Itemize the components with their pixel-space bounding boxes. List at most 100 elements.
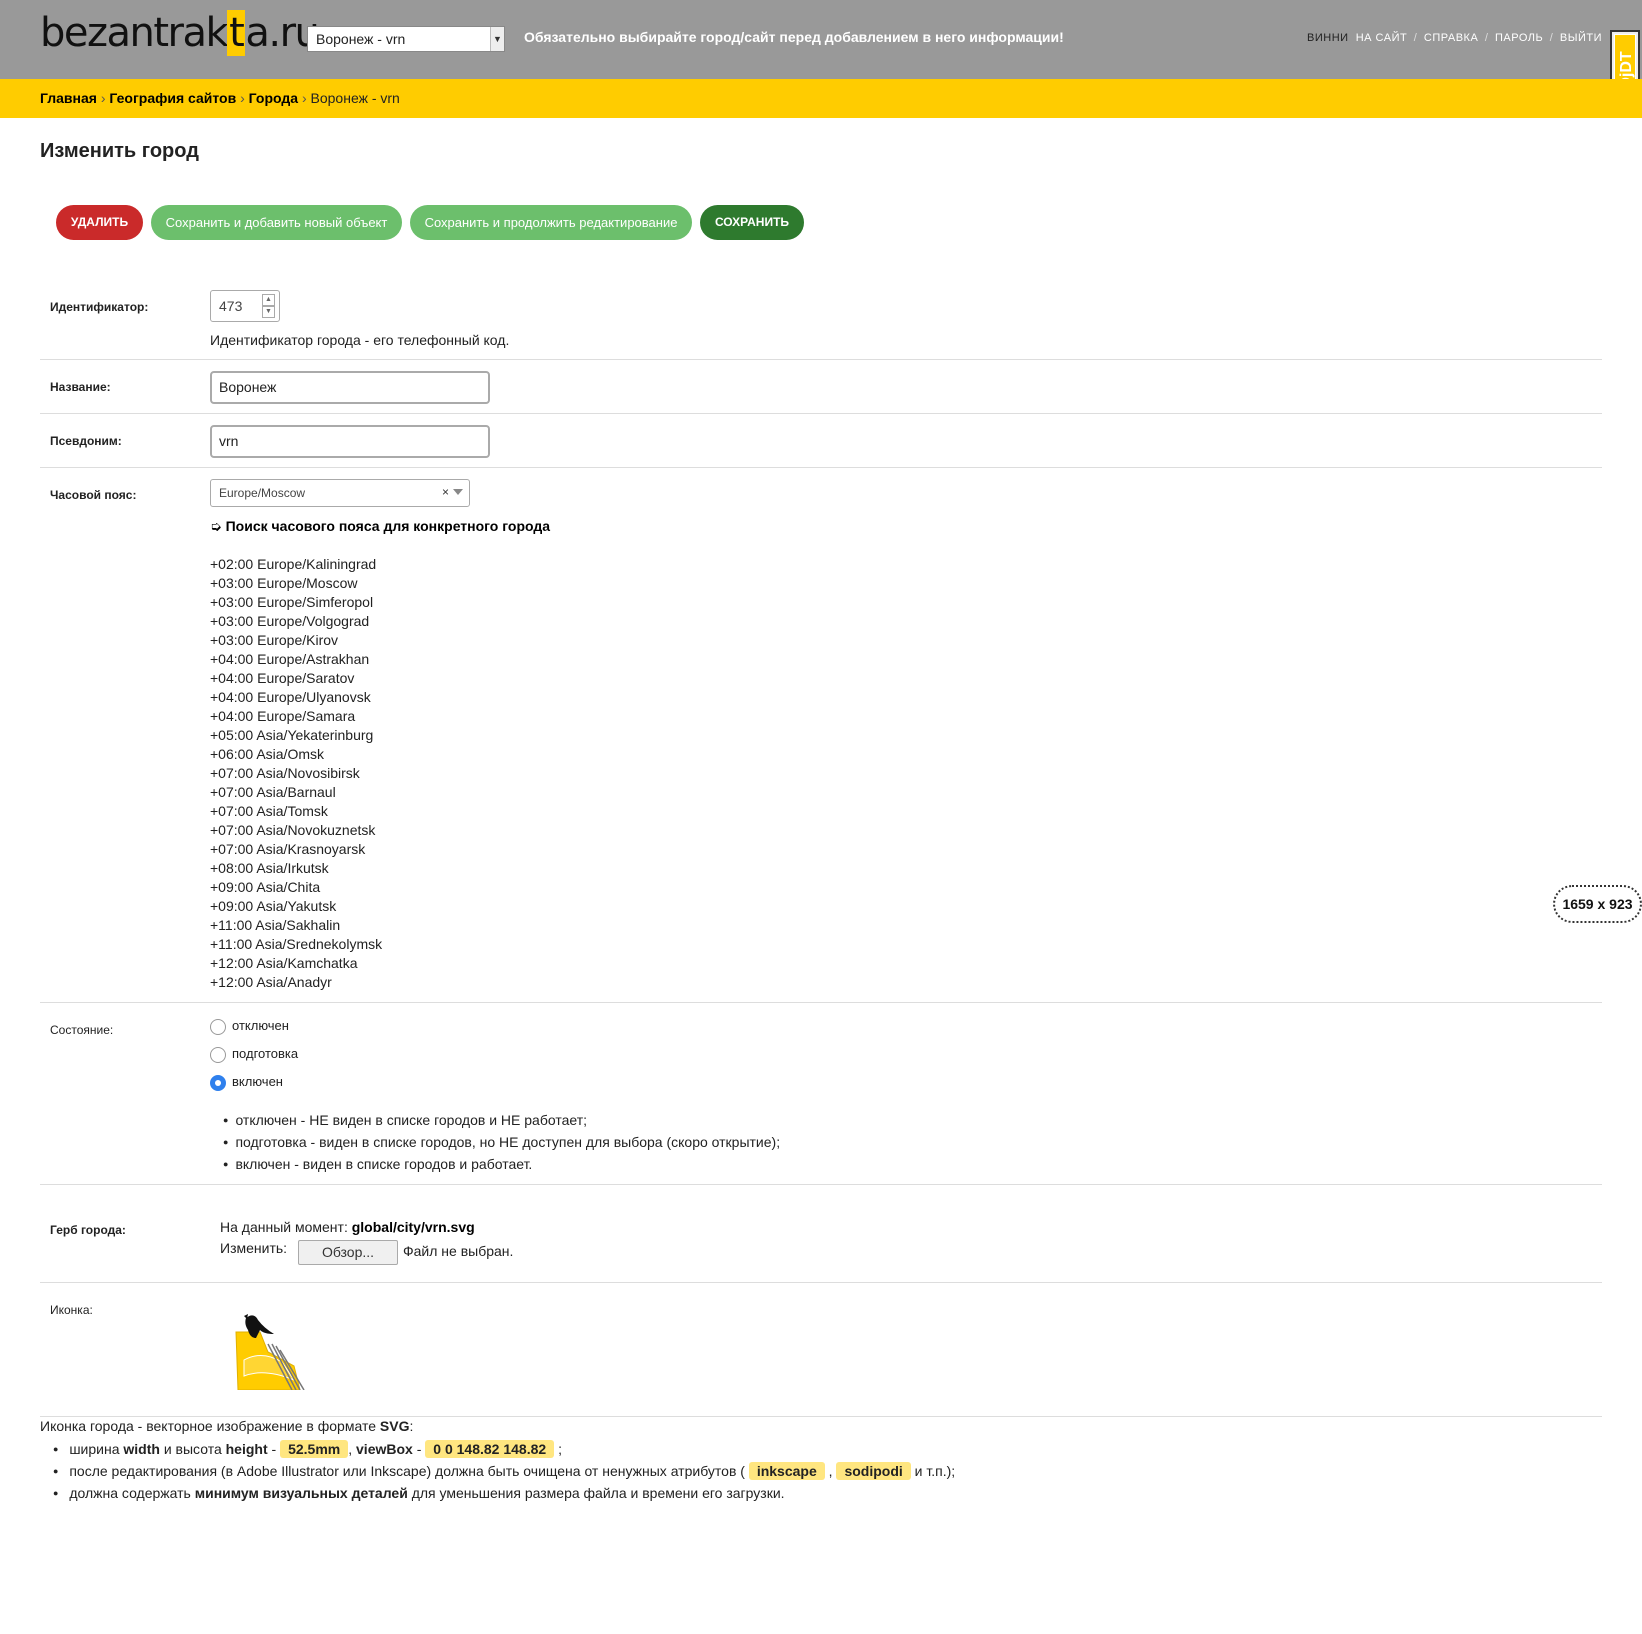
radio-icon[interactable] [210, 1046, 226, 1063]
state-option-enabled[interactable]: включен [210, 1074, 283, 1091]
nav-separator: / [1484, 32, 1489, 44]
note-text: - [271, 1441, 277, 1457]
user-nav: ВИННИ НА САЙТ / СПРАВКА / ПАРОЛЬ / ВЫЙТИ [1307, 32, 1602, 44]
divider [40, 413, 1602, 414]
note-text: должна содержать [69, 1485, 191, 1501]
state-notes: отключен - НЕ виден в списке городов и Н… [223, 1109, 780, 1175]
icon-notes-intro-suffix: : [409, 1418, 414, 1434]
code-tag: 0 0 148.82 148.82 [425, 1440, 555, 1458]
coat-current-prefix: На данный момент: [220, 1219, 348, 1235]
save-and-continue-button[interactable]: Сохранить и продолжить редактирование [410, 205, 692, 240]
alias-label: Псевдоним: [50, 434, 122, 448]
list-item: включен - виден в списке городов и работ… [223, 1153, 780, 1175]
id-stepper[interactable]: ▲ ▼ [262, 294, 275, 318]
radio-checked-icon[interactable] [210, 1074, 226, 1091]
note-bold: width [123, 1441, 160, 1457]
note-text: , [828, 1463, 833, 1479]
browse-button[interactable]: Обзор... [298, 1240, 398, 1265]
breadcrumb-geo[interactable]: География сайтов [109, 90, 236, 106]
id-value: 473 [219, 298, 243, 314]
state-option-disabled[interactable]: отключен [210, 1018, 289, 1035]
note-bold: минимум визуальных деталей [194, 1485, 408, 1501]
icon-label: Иконка: [50, 1303, 93, 1317]
divider [40, 359, 1602, 360]
id-input[interactable]: 473 ▲ ▼ [210, 290, 280, 322]
nav-link-logout[interactable]: ВЫЙТИ [1560, 32, 1602, 44]
chevron-up-icon[interactable]: ▲ [262, 294, 275, 306]
timezone-list-item: +03:00 Europe/Volgograd [210, 613, 370, 629]
timezone-list: +02:00 Europe/Kaliningrad +03:00 Europe/M… [210, 555, 382, 992]
note-text: и т.п.); [914, 1463, 956, 1479]
timezone-list-item: +05:00 Asia/Yekaterinburg [210, 727, 374, 743]
timezone-list-item: +06:00 Asia/Omsk [210, 746, 325, 762]
id-label: Идентификатор: [50, 300, 149, 314]
note-text: ; [558, 1441, 562, 1457]
timezone-value: Europe/Moscow [219, 486, 306, 500]
note-text: после редактирования (в Adobe Illustrato… [69, 1463, 745, 1479]
page-title: Изменить город [40, 140, 199, 162]
divider [40, 1184, 1602, 1185]
nav-separator: / [1549, 32, 1554, 44]
coat-current-file[interactable]: global/city/vrn.svg [352, 1219, 475, 1235]
state-option-label: подготовка [232, 1046, 299, 1061]
timezone-list-item: +07:00 Asia/Novosibirsk [210, 765, 360, 781]
header-warning: Обязательно выбирайте город/сайт перед д… [524, 29, 1064, 45]
code-tag: sodipodi [836, 1462, 911, 1480]
alias-input[interactable]: vrn [210, 425, 490, 458]
breadcrumb-cities[interactable]: Города [249, 90, 298, 106]
icon-notes-intro: Иконка города - векторное изображение в … [40, 1418, 413, 1434]
nav-separator: / [1413, 32, 1418, 44]
site-select-value: Воронеж - vrn [316, 31, 406, 47]
timezone-list-item: +02:00 Europe/Kaliningrad [210, 556, 377, 572]
save-button[interactable]: СОХРАНИТЬ [700, 205, 804, 240]
delete-button[interactable]: УДАЛИТЬ [56, 205, 143, 240]
state-option-preparing[interactable]: подготовка [210, 1046, 298, 1063]
site-select[interactable]: Воронеж - vrn ▼ [307, 26, 505, 52]
list-item: должна содержать минимум визуальных дета… [53, 1482, 955, 1504]
timezone-list-item: +11:00 Asia/Sakhalin [210, 917, 341, 933]
timezone-list-item: +03:00 Europe/Kirov [210, 632, 339, 648]
note-text: , [348, 1441, 353, 1457]
note-bold: height [225, 1441, 268, 1457]
timezone-list-item: +03:00 Europe/Simferopol [210, 594, 374, 610]
timezone-list-item: +09:00 Asia/Chita [210, 879, 321, 895]
icon-notes-intro-text: Иконка города - векторное изображение в … [40, 1418, 376, 1434]
timezone-search-link[interactable]: ➭ Поиск часового пояса для конкретного г… [210, 518, 550, 535]
breadcrumb-home[interactable]: Главная [40, 90, 97, 106]
clear-icon[interactable]: × [442, 485, 449, 499]
radio-icon[interactable] [210, 1018, 226, 1035]
divider [40, 1416, 1602, 1417]
note-text: и высота [163, 1441, 222, 1457]
icon-notes-list: ширина width и высота height - 52.5mm, v… [53, 1438, 955, 1504]
nav-link-help[interactable]: СПРАВКА [1424, 32, 1478, 44]
site-logo[interactable]: bezantrakta.ru [40, 10, 320, 56]
nav-link-site[interactable]: НА САЙТ [1356, 32, 1408, 44]
list-item: ширина width и высота height - 52.5mm, v… [53, 1438, 955, 1460]
save-and-add-button[interactable]: Сохранить и добавить новый объект [151, 205, 402, 240]
breadcrumb: Главная › География сайтов › Города › Во… [0, 79, 1642, 118]
list-item: после редактирования (в Adobe Illustrato… [53, 1460, 955, 1482]
chevron-down-icon[interactable]: ▼ [262, 306, 275, 318]
state-option-label: включен [232, 1074, 283, 1089]
state-option-label: отключен [232, 1018, 289, 1033]
timezone-list-item: +09:00 Asia/Yakutsk [210, 898, 337, 914]
timezone-list-item: +12:00 Asia/Kamchatka [210, 955, 358, 971]
name-label: Название: [50, 380, 111, 394]
timezone-list-item: +08:00 Asia/Irkutsk [210, 860, 329, 876]
code-tag: inkscape [748, 1462, 825, 1480]
user-name: ВИННИ [1307, 32, 1349, 44]
timezone-select[interactable]: Europe/Moscow × [210, 479, 470, 507]
note-text: ширина [69, 1441, 120, 1457]
timezone-list-item: +11:00 Asia/Srednekolymsk [210, 936, 383, 952]
code-tag: 52.5mm [280, 1440, 349, 1458]
timezone-list-item: +07:00 Asia/Krasnoyarsk [210, 841, 366, 857]
city-bird-icon [235, 1314, 305, 1390]
timezone-list-item: +03:00 Europe/Moscow [210, 575, 358, 591]
nav-link-password[interactable]: ПАРОЛЬ [1495, 32, 1543, 44]
breadcrumb-separator: › [240, 90, 245, 106]
timezone-list-item: +12:00 Asia/Anadyr [210, 974, 332, 990]
list-item: подготовка - виден в списке городов, но … [223, 1131, 780, 1153]
timezone-list-item: +04:00 Europe/Saratov [210, 670, 355, 686]
name-input[interactable]: Воронеж [210, 371, 490, 404]
note-text: - [416, 1441, 422, 1457]
